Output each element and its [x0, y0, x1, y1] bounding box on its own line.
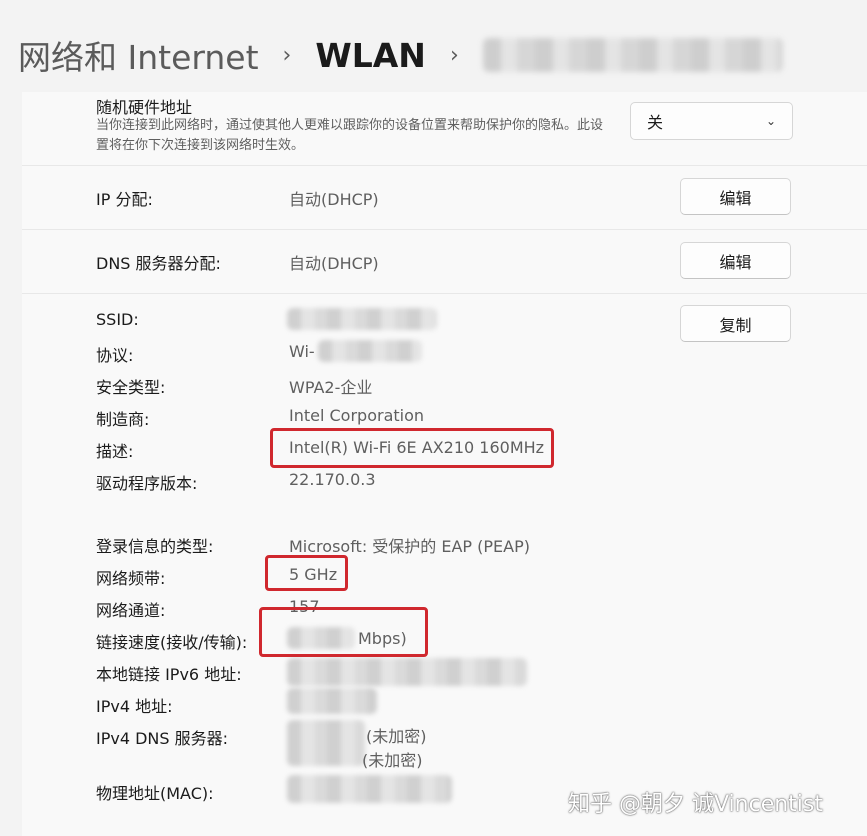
network-band-label: 网络频带: [96, 569, 166, 588]
ip-assignment-value: 自动(DHCP) [289, 190, 379, 209]
watermark: 知乎 @朝夕 诚Vincentist [568, 792, 824, 817]
protocol-value: Wi- [289, 342, 315, 361]
mac-address-label: 物理地址(MAC): [96, 784, 214, 803]
ipv4-dns-value-1: (未加密) [366, 727, 427, 746]
description-label: 描述: [96, 442, 134, 461]
ip-edit-button[interactable]: 编辑 [680, 178, 791, 215]
random-hardware-address-row: 随机硬件地址 当你连接到此网络时，通过使其他人更难以跟踪你的设备位置来帮助保护你… [22, 92, 867, 166]
network-name-redacted [482, 38, 783, 72]
ipv6-address-label: 本地链接 IPv6 地址: [96, 665, 242, 684]
random-hw-select-value: 关 [647, 113, 664, 132]
chevron-down-icon: ⌄ [765, 114, 776, 128]
dns-assignment-label: DNS 服务器分配: [96, 254, 221, 273]
dns-assignment-value: 自动(DHCP) [289, 254, 379, 273]
ssid-value-redacted [287, 308, 437, 330]
network-channel-label: 网络通道: [96, 601, 166, 620]
ip-assignment-label: IP 分配: [96, 190, 153, 209]
highlight-box-band [265, 555, 348, 591]
ipv4-dns-value-2: (未加密) [362, 751, 423, 770]
breadcrumb: 网络和 Internet › WLAN › [18, 30, 783, 80]
driver-version-label: 驱动程序版本: [96, 474, 198, 493]
protocol-value-redacted [318, 340, 422, 362]
breadcrumb-separator-icon: › [449, 42, 459, 68]
login-type-value: Microsoft: 受保护的 EAP (PEAP) [289, 537, 531, 556]
mac-address-redacted [287, 775, 452, 803]
page-title[interactable]: WLAN [315, 36, 426, 75]
security-type-label: 安全类型: [96, 378, 166, 397]
ipv4-address-redacted [287, 688, 377, 714]
copy-button[interactable]: 复制 [680, 305, 791, 342]
ip-assignment-row: IP 分配: 自动(DHCP) 编辑 [22, 166, 867, 230]
highlight-box-speed [259, 607, 428, 657]
driver-version-value: 22.170.0.3 [289, 470, 376, 489]
dns-edit-button[interactable]: 编辑 [680, 242, 791, 279]
random-hw-title: 随机硬件地址 [96, 98, 193, 117]
ipv4-dns-redacted [287, 720, 365, 766]
protocol-label: 协议: [96, 346, 134, 365]
ssid-label: SSID: [96, 310, 139, 329]
security-type-value: WPA2-企业 [289, 378, 373, 397]
link-speed-label: 链接速度(接收/传输): [96, 633, 248, 652]
breadcrumb-parent[interactable]: 网络和 Internet [18, 31, 259, 79]
login-type-label: 登录信息的类型: [96, 537, 214, 556]
manufacturer-label: 制造商: [96, 410, 150, 429]
ipv4-dns-label: IPv4 DNS 服务器: [96, 729, 229, 748]
random-hw-description: 当你连接到此网络时，通过使其他人更难以跟踪你的设备位置来帮助保护你的隐私。此设置… [96, 118, 604, 153]
ipv6-address-redacted [287, 658, 527, 686]
ipv4-address-label: IPv4 地址: [96, 697, 173, 716]
dns-assignment-row: DNS 服务器分配: 自动(DHCP) 编辑 [22, 230, 867, 294]
random-hw-select[interactable]: 关 ⌄ [630, 102, 793, 140]
manufacturer-value: Intel Corporation [289, 406, 425, 425]
highlight-box-description [270, 428, 554, 468]
breadcrumb-separator-icon: › [282, 42, 292, 68]
